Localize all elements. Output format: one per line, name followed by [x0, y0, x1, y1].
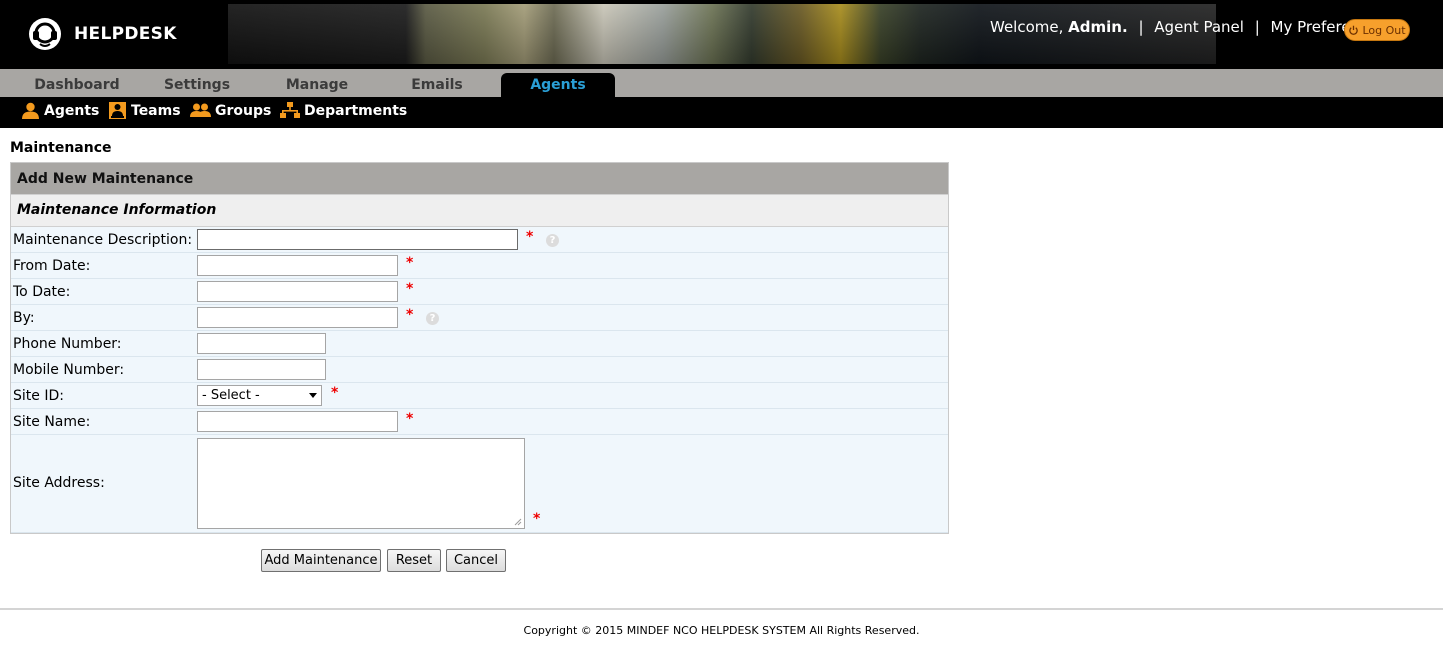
- form-row-by: By: * ?: [11, 305, 948, 331]
- resize-grip-icon[interactable]: [514, 518, 522, 526]
- cancel-button[interactable]: Cancel: [446, 549, 506, 572]
- tab-settings[interactable]: Settings: [140, 73, 254, 97]
- site-name-label: Site Name:: [13, 414, 91, 430]
- help-icon[interactable]: ?: [546, 234, 559, 247]
- tab-dashboard[interactable]: Dashboard: [20, 73, 134, 97]
- form-section-title: Maintenance Information: [11, 194, 948, 227]
- form-row-from-date: From Date: *: [11, 253, 948, 279]
- from-date-input[interactable]: [197, 255, 398, 276]
- to-date-label: To Date:: [13, 284, 71, 300]
- form-row-site-name: Site Name: *: [11, 409, 948, 435]
- page-title: Maintenance: [10, 140, 112, 156]
- maintenance-form: Add New Maintenance Maintenance Informat…: [10, 162, 949, 534]
- app-name: HELPDESK: [74, 24, 177, 44]
- site-id-select[interactable]: - Select -: [197, 385, 322, 406]
- user-bar: Welcome, Admin. | Agent Panel | My Prefe…: [990, 18, 1385, 36]
- mobile-input[interactable]: [197, 359, 326, 380]
- mobile-label: Mobile Number:: [13, 362, 125, 378]
- tab-manage[interactable]: Manage: [260, 73, 374, 97]
- phone-input[interactable]: [197, 333, 326, 354]
- required-marker: *: [526, 229, 534, 245]
- groups-icon: [190, 103, 211, 117]
- subnav-label: Departments: [304, 102, 408, 119]
- add-maintenance-button[interactable]: Add Maintenance: [261, 549, 381, 572]
- site-address-textarea[interactable]: [197, 438, 525, 529]
- form-row-mobile: Mobile Number:: [11, 357, 948, 383]
- logout-button[interactable]: Log Out: [1344, 19, 1410, 41]
- subnav-label: Teams: [131, 102, 181, 119]
- agent-icon: [22, 102, 39, 119]
- top-header: HELPDESK Welcome, Admin. | Agent Panel |…: [0, 0, 1443, 69]
- required-marker: *: [406, 411, 414, 427]
- departments-icon: [280, 102, 300, 118]
- subnav-groups[interactable]: Groups: [190, 97, 271, 124]
- from-date-label: From Date:: [13, 258, 91, 274]
- help-icon[interactable]: ?: [426, 312, 439, 325]
- subnav-teams[interactable]: Teams: [108, 97, 181, 124]
- welcome-text: Welcome,: [990, 18, 1069, 36]
- form-row-description: Maintenance Description: * ?: [11, 227, 948, 253]
- required-marker: *: [406, 307, 414, 323]
- separator: |: [1138, 18, 1144, 36]
- form-header: Add New Maintenance: [11, 163, 948, 194]
- username: Admin.: [1068, 18, 1128, 36]
- subnav-label: Groups: [215, 102, 272, 119]
- main-tabs: Dashboard Settings Manage Emails Agents: [0, 69, 1443, 97]
- team-icon: [109, 102, 126, 119]
- power-icon: [1349, 25, 1359, 35]
- subnav-label: Agents: [44, 102, 100, 119]
- tab-emails[interactable]: Emails: [380, 73, 494, 97]
- form-row-phone: Phone Number:: [11, 331, 948, 357]
- by-label: By:: [13, 310, 35, 326]
- description-input[interactable]: [197, 229, 518, 250]
- form-row-site-id: Site ID: - Select - *: [11, 383, 948, 409]
- sub-navigation: Agents Teams Groups Departments: [0, 97, 1443, 128]
- subnav-departments[interactable]: Departments: [280, 97, 407, 124]
- site-id-label: Site ID:: [13, 388, 64, 404]
- site-id-selected: - Select -: [202, 388, 260, 403]
- site-name-input[interactable]: [197, 411, 398, 432]
- reset-button[interactable]: Reset: [387, 549, 441, 572]
- tab-agents[interactable]: Agents: [501, 73, 615, 97]
- required-marker: *: [533, 511, 541, 527]
- subnav-agents[interactable]: Agents: [21, 97, 99, 124]
- agent-panel-link[interactable]: Agent Panel: [1154, 18, 1244, 36]
- logout-label: Log Out: [1362, 23, 1406, 37]
- form-row-site-address: Site Address: *: [11, 435, 948, 533]
- headset-icon: [29, 18, 61, 50]
- required-marker: *: [406, 255, 414, 271]
- description-label: Maintenance Description:: [13, 232, 193, 248]
- required-marker: *: [406, 281, 414, 297]
- required-marker: *: [331, 385, 339, 401]
- app-logo[interactable]: HELPDESK: [28, 17, 177, 51]
- footer-copyright: Copyright © 2015 MINDEF NCO HELPDESK SYS…: [523, 624, 920, 637]
- by-input[interactable]: [197, 307, 398, 328]
- to-date-input[interactable]: [197, 281, 398, 302]
- site-address-label: Site Address:: [13, 475, 105, 491]
- form-row-to-date: To Date: *: [11, 279, 948, 305]
- separator: |: [1254, 18, 1260, 36]
- chevron-down-icon: [309, 393, 317, 398]
- footer-divider: [0, 608, 1443, 610]
- phone-label: Phone Number:: [13, 336, 122, 352]
